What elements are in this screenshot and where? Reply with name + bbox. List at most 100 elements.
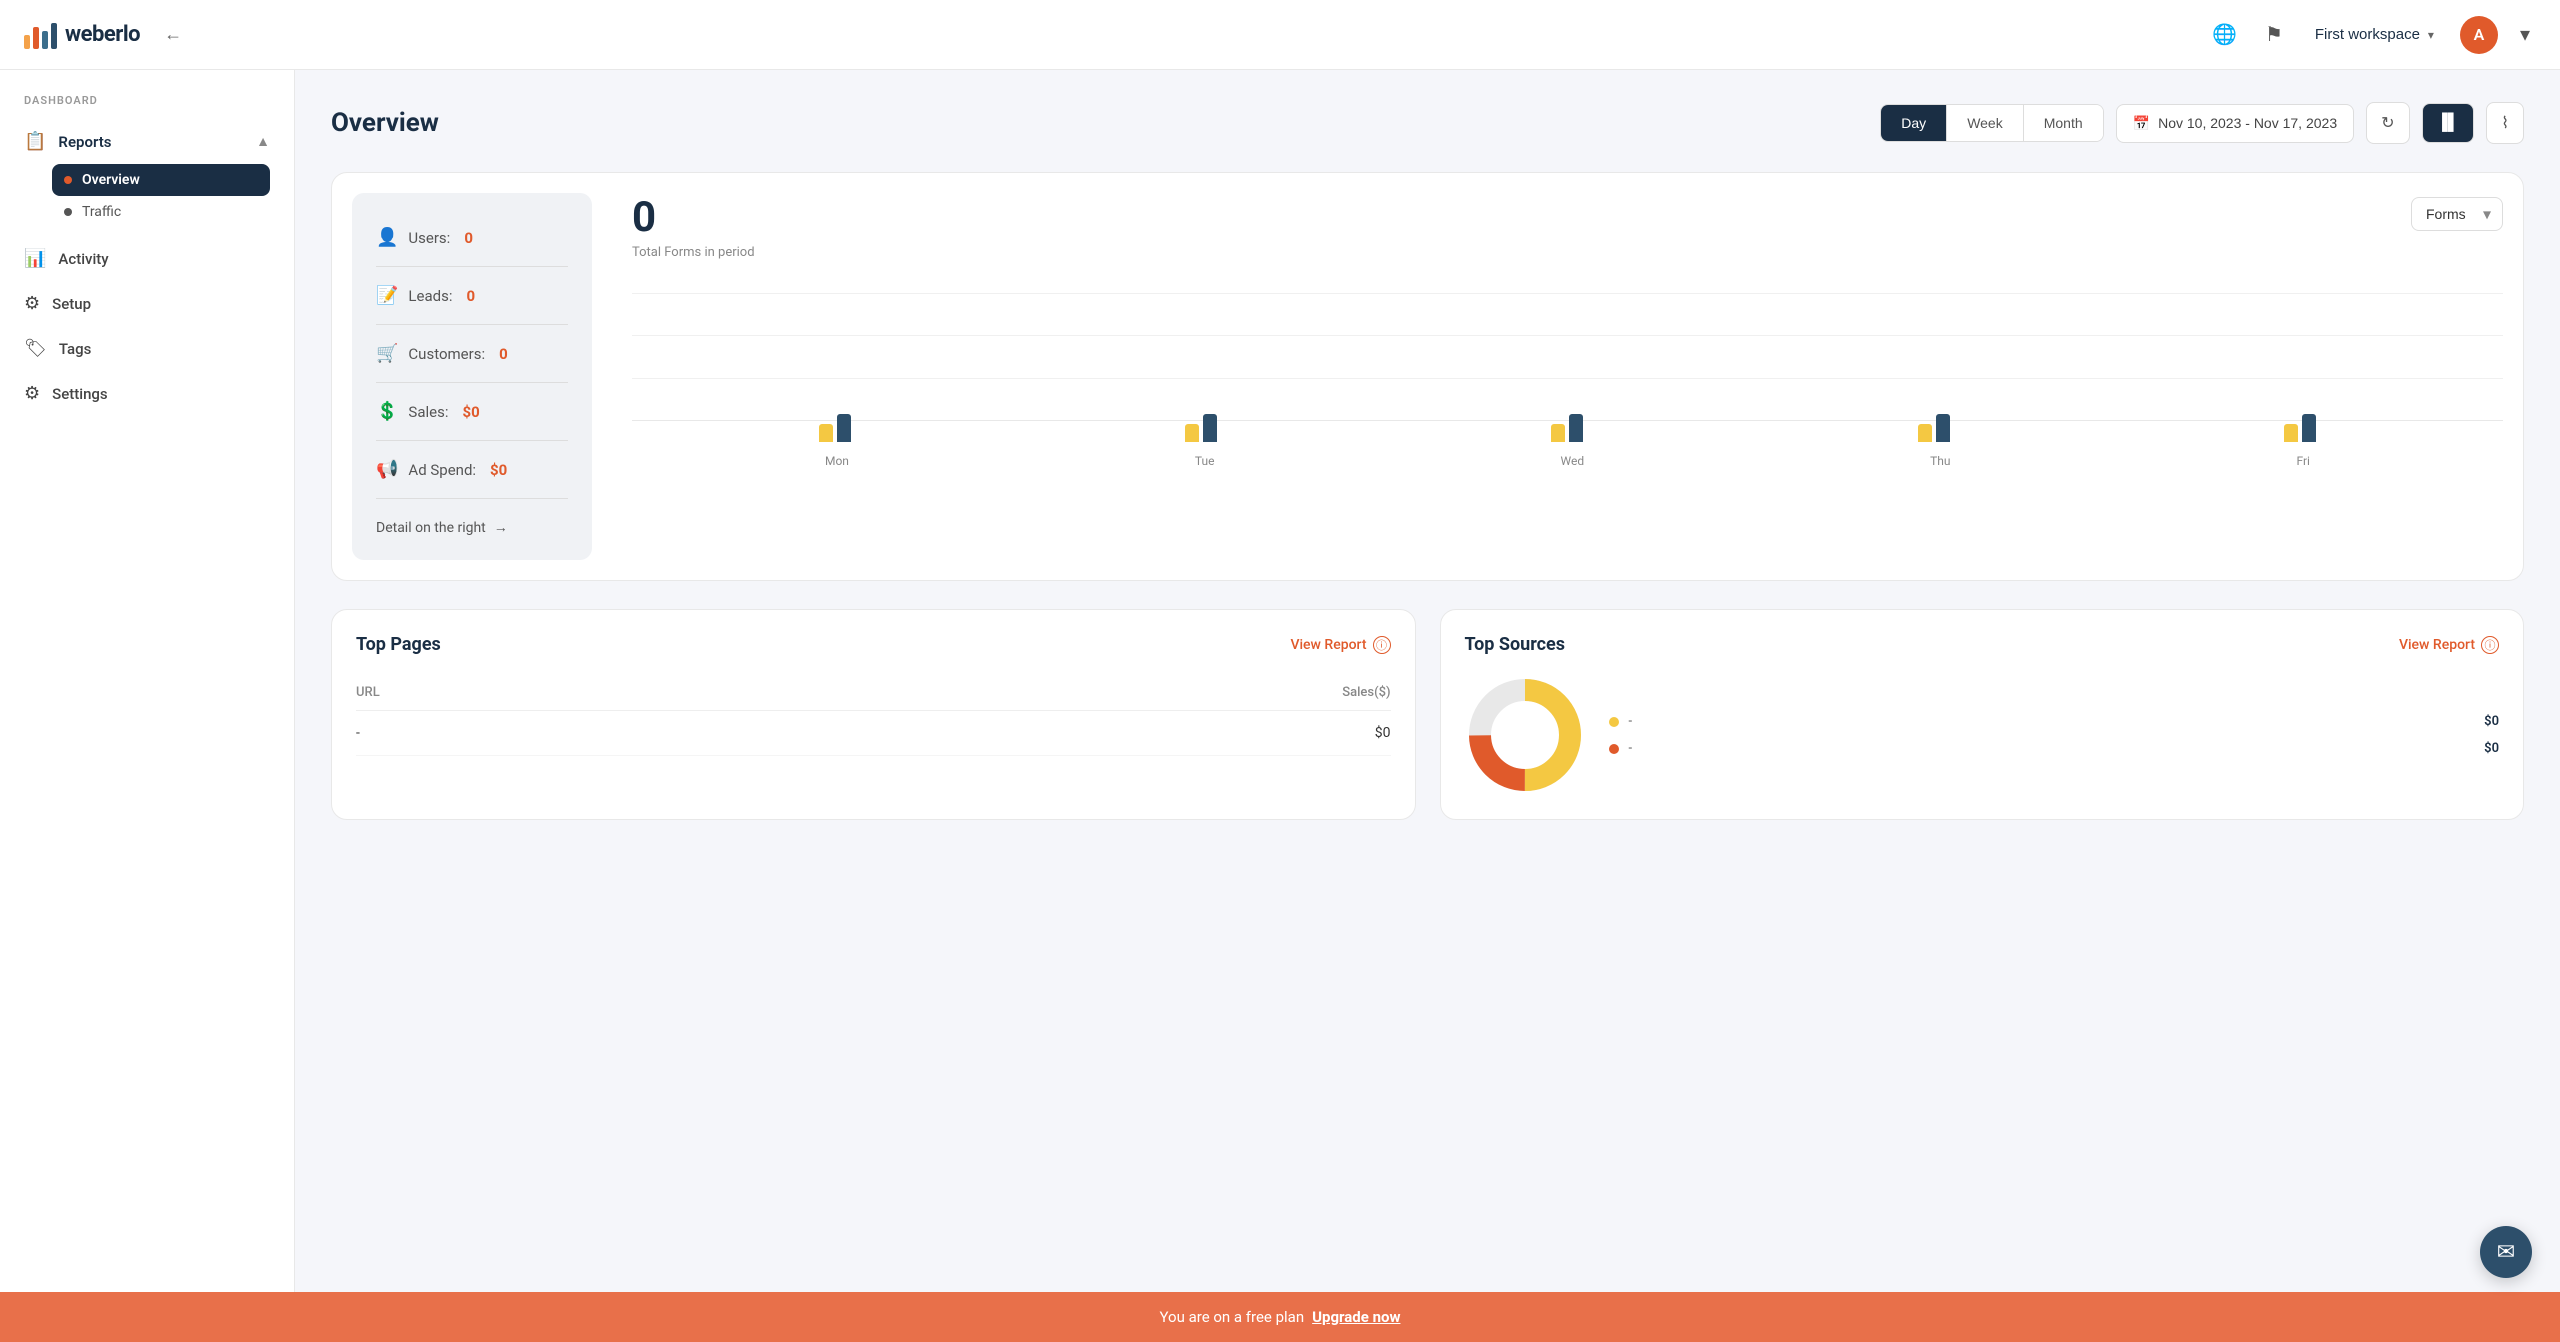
back-button[interactable]: ← xyxy=(156,20,190,49)
sales-label: Sales: xyxy=(408,403,448,421)
reports-expand-icon: ▲ xyxy=(256,133,270,150)
period-week-button[interactable]: Week xyxy=(1947,105,2024,141)
detail-link-label: Detail on the right xyxy=(376,520,486,536)
legend-item-1: - $0 xyxy=(1609,714,2500,729)
day-label-tue: Tue xyxy=(1195,454,1215,468)
sidebar-tags-label: Tags xyxy=(59,340,91,358)
sidebar-overview-label: Overview xyxy=(82,172,140,188)
stat-divider-2 xyxy=(376,324,568,325)
sidebar-item-traffic[interactable]: Traffic xyxy=(52,196,270,228)
chart-bar-thu-yellow xyxy=(1918,424,1932,442)
sidebar-item-reports[interactable]: 📋 Reports ▲ xyxy=(0,119,294,164)
top-pages-header: Top Pages View Report ⓘ xyxy=(356,634,1391,655)
chart-day-tue xyxy=(1185,302,1217,442)
setup-icon: ⚙ xyxy=(24,293,40,314)
sidebar-item-settings[interactable]: ⚙ Settings xyxy=(0,371,294,416)
forms-select[interactable]: Forms xyxy=(2411,197,2503,231)
reports-icon: 📋 xyxy=(24,131,46,152)
sidebar-section-label: DASHBOARD xyxy=(0,94,294,119)
user-menu-chevron[interactable]: ▾ xyxy=(2514,16,2536,53)
logo-bar-3 xyxy=(42,31,48,49)
day-label-wed: Wed xyxy=(1561,454,1585,468)
stat-leads: 📝 Leads: 0 xyxy=(376,275,568,316)
globe-icon-button[interactable]: 🌐 xyxy=(2206,16,2243,53)
stat-adspend: 📢 Ad Spend: $0 xyxy=(376,449,568,490)
top-pages-view-report[interactable]: View Report ⓘ xyxy=(1290,636,1390,654)
chart-bar-mon-dark xyxy=(837,414,851,442)
period-day-button[interactable]: Day xyxy=(1881,105,1947,141)
sidebar-item-activity[interactable]: 📊 Activity xyxy=(0,236,294,281)
chart-total: 0 xyxy=(632,197,755,239)
day-label-fri: Fri xyxy=(2296,454,2309,468)
logo: weberlo xyxy=(24,21,140,49)
chart-bar-button[interactable]: ▐▌ xyxy=(2422,103,2475,143)
col-sales-header: Sales($) xyxy=(1050,685,1391,700)
stat-users: 👤 Users: 0 xyxy=(376,217,568,258)
topbar-left: weberlo ← xyxy=(24,20,190,49)
chart-line-button[interactable]: ⌇ xyxy=(2486,102,2524,144)
customers-label: Customers: xyxy=(408,345,485,363)
forms-select-wrap: Forms xyxy=(2411,197,2503,231)
sales-icon: 💲 xyxy=(376,401,398,422)
sidebar-item-tags[interactable]: 🏷 Tags xyxy=(0,326,294,371)
chart-day-mon xyxy=(819,302,851,442)
main-content: Overview Day Week Month 📅 Nov 10, 2023 -… xyxy=(295,70,2560,1342)
donut-chart xyxy=(1465,675,1585,795)
chart-area: 0 Total Forms in period Forms xyxy=(612,173,2523,580)
view-report-icon-2: ⓘ xyxy=(2481,636,2499,654)
topbar: weberlo ← 🌐 ⚑ First workspace ▾ A ▾ xyxy=(0,0,2560,70)
period-month-button[interactable]: Month xyxy=(2024,105,2103,141)
sidebar-activity-label: Activity xyxy=(58,250,108,268)
row-url: - xyxy=(356,725,1050,741)
chart-bars-fri xyxy=(2284,302,2316,442)
flag-icon-button[interactable]: ⚑ xyxy=(2259,16,2289,53)
stat-divider-1 xyxy=(376,266,568,267)
calendar-icon: 📅 xyxy=(2133,115,2150,132)
logo-bar-4 xyxy=(51,23,57,49)
chart-bars-mon xyxy=(819,302,851,442)
legend-value-2: $0 xyxy=(2484,741,2499,756)
chart-bars-wed xyxy=(1551,302,1583,442)
stat-divider-3 xyxy=(376,382,568,383)
date-range-button[interactable]: 📅 Nov 10, 2023 - Nov 17, 2023 xyxy=(2116,104,2354,143)
chat-bubble[interactable]: ✉ xyxy=(2480,1226,2532,1278)
stat-divider-5 xyxy=(376,498,568,499)
chart-bar-wed-dark xyxy=(1569,414,1583,442)
customers-icon: 🛒 xyxy=(376,343,398,364)
chart-bar-wed-yellow xyxy=(1551,424,1565,442)
workspace-selector[interactable]: First workspace ▾ xyxy=(2305,20,2444,49)
users-value: 0 xyxy=(464,229,473,247)
header-controls: Day Week Month 📅 Nov 10, 2023 - Nov 17, … xyxy=(1880,102,2524,144)
settings-icon: ⚙ xyxy=(24,383,40,404)
chart-bar-thu-dark xyxy=(1936,414,1950,442)
legend-dot-1 xyxy=(1609,717,1619,727)
legend-label-1: - xyxy=(1629,714,2475,729)
stat-divider-4 xyxy=(376,440,568,441)
day-label-mon: Mon xyxy=(825,454,849,468)
chart-bar-fri-yellow xyxy=(2284,424,2298,442)
adspend-label: Ad Spend: xyxy=(408,461,476,479)
traffic-dot xyxy=(64,208,72,216)
chart-day-wed xyxy=(1551,302,1583,442)
sidebar-reports-sub: Overview Traffic xyxy=(0,164,294,236)
stat-customers: 🛒 Customers: 0 xyxy=(376,333,568,374)
detail-link[interactable]: Detail on the right → xyxy=(376,507,568,536)
top-sources-header: Top Sources View Report ⓘ xyxy=(1465,634,2500,655)
refresh-button[interactable]: ↻ xyxy=(2366,102,2409,144)
chart-total-block: 0 Total Forms in period xyxy=(632,197,755,260)
row-sales: $0 xyxy=(1050,725,1391,741)
avatar[interactable]: A xyxy=(2460,16,2498,54)
top-sources-view-report[interactable]: View Report ⓘ xyxy=(2399,636,2499,654)
workspace-name: First workspace xyxy=(2315,26,2420,43)
top-sources-card: Top Sources View Report ⓘ xyxy=(1440,609,2525,820)
chart-day-thu xyxy=(1918,302,1950,442)
chart-bars-row xyxy=(632,282,2503,442)
arrow-right-icon: → xyxy=(494,519,508,536)
stat-sales: 💲 Sales: $0 xyxy=(376,391,568,432)
logo-bar-1 xyxy=(24,35,30,49)
sidebar-item-setup[interactable]: ⚙ Setup xyxy=(0,281,294,326)
upgrade-link[interactable]: Upgrade now xyxy=(1312,1308,1400,1326)
donut-area: - $0 - $0 xyxy=(1465,675,2500,795)
sidebar-item-overview[interactable]: Overview xyxy=(52,164,270,196)
chart-bars-thu xyxy=(1918,302,1950,442)
